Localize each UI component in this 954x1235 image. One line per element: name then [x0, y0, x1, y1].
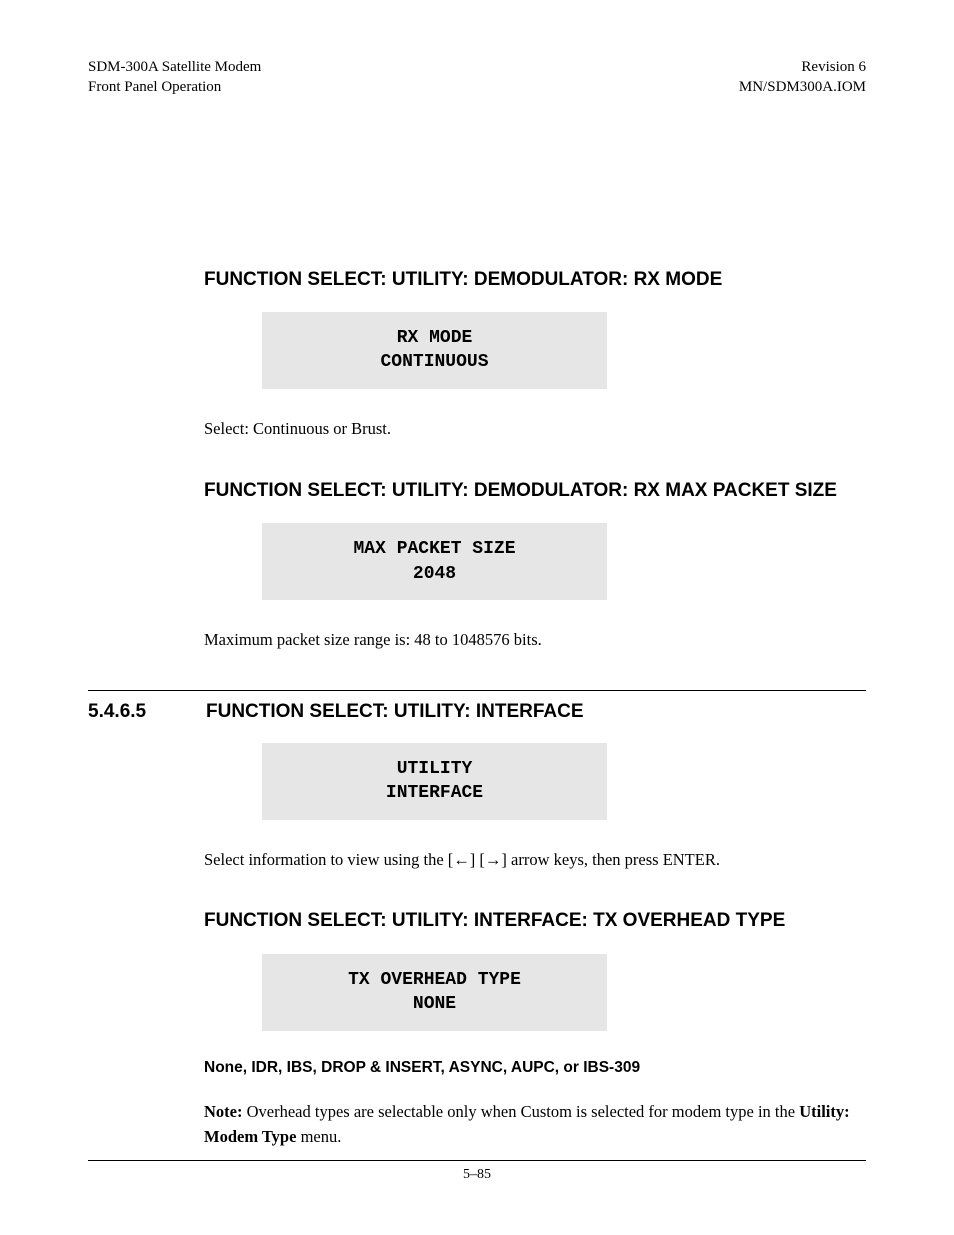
section-divider: [88, 690, 866, 691]
tx-overhead-note: Note: Overhead types are selectable only…: [204, 1099, 866, 1150]
page-header: SDM-300A Satellite Modem Front Panel Ope…: [88, 57, 866, 98]
lcd-line2: 2048: [272, 562, 597, 586]
heading-utility-interface-row: 5.4.6.5 FUNCTION SELECT: UTILITY: INTERF…: [88, 701, 866, 723]
lcd-line1: UTILITY: [272, 757, 597, 781]
lcd-utility-interface: UTILITY INTERFACE: [262, 743, 607, 820]
heading-rx-mode: FUNCTION SELECT: UTILITY: DEMODULATOR: R…: [204, 268, 866, 293]
header-product: SDM-300A Satellite Modem: [88, 57, 261, 77]
section-number: 5.4.6.5: [88, 701, 166, 723]
lcd-line1: RX MODE: [272, 326, 597, 350]
body-text: Select information to view using the [: [204, 850, 453, 869]
body-rx-mode: Select: Continuous or Brust.: [204, 417, 866, 441]
body-text: ] [: [470, 850, 485, 869]
lcd-tx-overhead: TX OVERHEAD TYPE NONE: [262, 954, 607, 1031]
header-chapter: Front Panel Operation: [88, 77, 261, 97]
heading-utility-interface: FUNCTION SELECT: UTILITY: INTERFACE: [206, 701, 584, 723]
note-label: Note:: [204, 1102, 242, 1121]
note-text: Overhead types are selectable only when …: [242, 1102, 799, 1121]
lcd-max-packet: MAX PACKET SIZE 2048: [262, 523, 607, 600]
lcd-line1: TX OVERHEAD TYPE: [272, 968, 597, 992]
heading-rx-max-packet: FUNCTION SELECT: UTILITY: DEMODULATOR: R…: [204, 479, 866, 504]
lcd-rx-mode: RX MODE CONTINUOUS: [262, 312, 607, 389]
lcd-line2: INTERFACE: [272, 781, 597, 805]
page-content: FUNCTION SELECT: UTILITY: DEMODULATOR: R…: [88, 268, 866, 652]
tx-overhead-options: None, IDR, IBS, DROP & INSERT, ASYNC, AU…: [204, 1059, 866, 1077]
body-max-packet: Maximum packet size range is: 48 to 1048…: [204, 628, 866, 652]
page-number: 5–85: [463, 1167, 491, 1182]
left-arrow-icon: ←: [453, 850, 470, 869]
page-content-2: UTILITY INTERFACE Select information to …: [88, 743, 866, 1150]
right-arrow-icon: →: [485, 850, 502, 869]
lcd-line1: MAX PACKET SIZE: [272, 537, 597, 561]
heading-tx-overhead: FUNCTION SELECT: UTILITY: INTERFACE: TX …: [204, 909, 866, 934]
body-text: ] arrow keys, then press ENTER.: [501, 850, 720, 869]
header-docid: MN/SDM300A.IOM: [739, 77, 866, 97]
note-text: menu.: [296, 1127, 341, 1146]
header-left: SDM-300A Satellite Modem Front Panel Ope…: [88, 57, 261, 98]
lcd-line2: CONTINUOUS: [272, 350, 597, 374]
page-footer: 5–85: [88, 1160, 866, 1183]
lcd-line2: NONE: [272, 992, 597, 1016]
header-right: Revision 6 MN/SDM300A.IOM: [739, 57, 866, 98]
body-utility-interface: Select information to view using the [←]…: [204, 848, 866, 872]
header-revision: Revision 6: [739, 57, 866, 77]
